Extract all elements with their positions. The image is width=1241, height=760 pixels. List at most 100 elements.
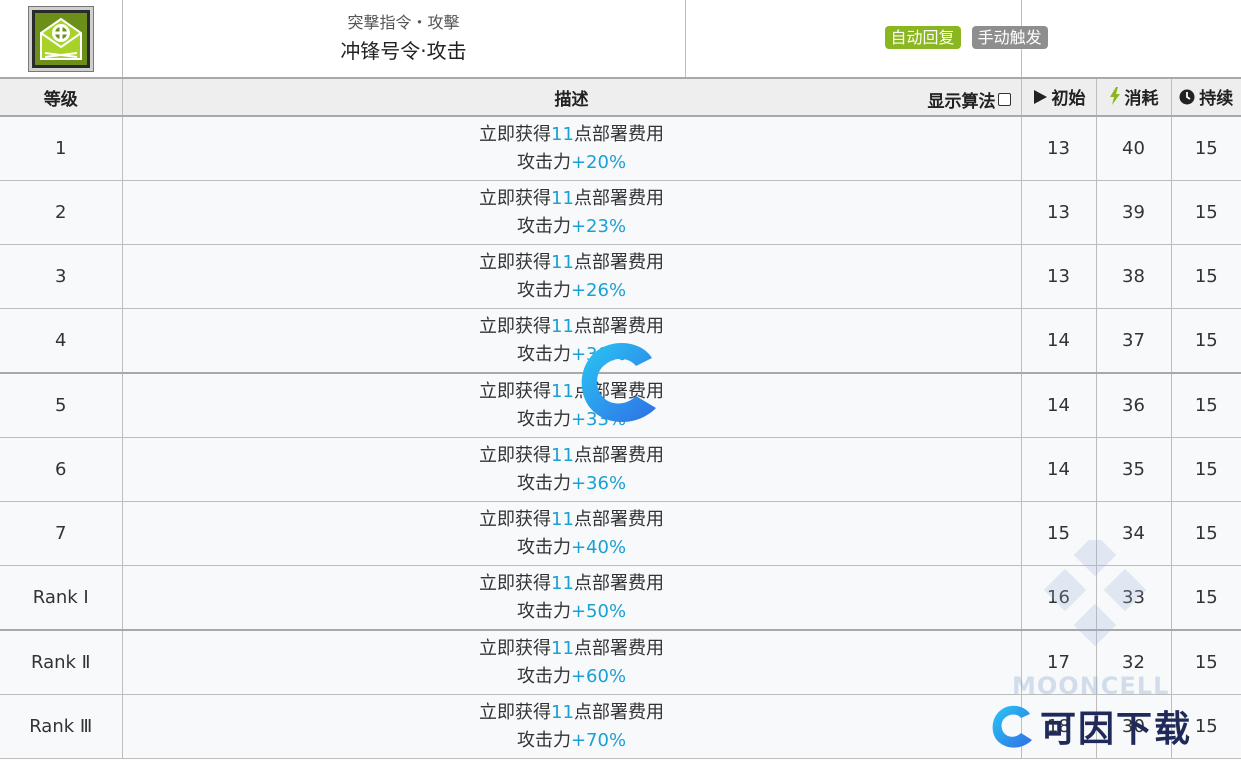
description-line-2: 攻击力+36%: [123, 470, 1021, 498]
show-algorithm-label: 显示算法: [927, 92, 996, 112]
desc-text: 点部署费用: [573, 572, 664, 594]
desc-text: 点部署费用: [573, 637, 664, 659]
desc-text: 立即获得: [479, 380, 552, 402]
description-cell: 立即获得11点部署费用 攻击力+30%: [122, 308, 1022, 374]
duration-cell: 15: [1171, 244, 1241, 309]
table-row: 1 立即获得11点部署费用 攻击力+20% 13 40 15: [0, 116, 1241, 181]
desc-text: 点部署费用: [573, 315, 664, 337]
desc-value: +70%: [570, 729, 627, 751]
desc-text: 攻击力: [516, 600, 571, 622]
desc-text: 点部署费用: [573, 187, 664, 209]
description-line-1: 立即获得11点部署费用: [123, 313, 1021, 341]
desc-text: 立即获得: [479, 187, 552, 209]
description-cell: 立即获得11点部署费用 攻击力+26%: [122, 244, 1022, 309]
duration-cell: 15: [1171, 116, 1241, 181]
desc-text: 立即获得: [479, 572, 552, 594]
description-line-2: 攻击力+30%: [123, 341, 1021, 369]
cost-cell: 39: [1096, 180, 1172, 245]
desc-value: 11: [551, 187, 574, 209]
header-cost: 消耗: [1096, 78, 1172, 117]
desc-text: 攻击力: [516, 408, 571, 430]
description-line-2: 攻击力+40%: [123, 534, 1021, 562]
skill-name: 冲锋号令·攻击: [340, 38, 467, 63]
initial-cell: 13: [1021, 116, 1097, 181]
desc-value: 11: [551, 701, 574, 723]
skill-icon-cell: [0, 0, 123, 79]
cost-cell: 35: [1096, 437, 1172, 502]
header-cost-label: 消耗: [1124, 88, 1159, 109]
header-level: 等级: [0, 78, 123, 117]
header-duration: 持续: [1171, 78, 1241, 117]
level-cell: 6: [0, 437, 123, 502]
skill-header-row: 突撃指令・攻擊 冲锋号令·攻击 自动回复 手动触发: [0, 0, 1241, 79]
desc-text: 立即获得: [479, 123, 552, 145]
clock-icon: [1179, 89, 1195, 105]
description-cell: 立即获得11点部署费用 攻击力+50%: [122, 565, 1022, 631]
desc-value: 11: [551, 637, 574, 659]
initial-cell: 13: [1021, 180, 1097, 245]
desc-value: 11: [551, 123, 574, 145]
table-row: 3 立即获得11点部署费用 攻击力+26% 13 38 15: [0, 244, 1241, 309]
desc-text: 攻击力: [516, 665, 571, 687]
description-line-2: 攻击力+70%: [123, 727, 1021, 755]
badge-manual-trigger: 手动触发: [971, 26, 1048, 49]
desc-text: 点部署费用: [573, 251, 664, 273]
desc-value: +40%: [570, 536, 627, 558]
table-row: Rank Ⅰ 立即获得11点部署费用 攻击力+50% 16 33 15: [0, 565, 1241, 631]
desc-text: 攻击力: [516, 729, 571, 751]
level-cell: 2: [0, 180, 123, 245]
desc-text: 攻击力: [516, 472, 571, 494]
column-header-row: 等级 描述 显示算法 初始 消耗 持续: [0, 78, 1241, 117]
checkbox-icon[interactable]: [997, 93, 1011, 106]
desc-text: 攻击力: [516, 343, 571, 365]
desc-text: 立即获得: [479, 508, 552, 530]
duration-cell: 15: [1171, 630, 1241, 695]
header-description-label: 描述: [554, 89, 589, 110]
desc-text: 点部署费用: [573, 123, 664, 145]
desc-value: +26%: [570, 279, 627, 301]
table-row: 7 立即获得11点部署费用 攻击力+40% 15 34 15: [0, 501, 1241, 566]
description-cell: 立即获得11点部署费用攻击力+20%: [122, 116, 1022, 181]
cost-cell: 36: [1096, 373, 1172, 438]
desc-value: +23%: [570, 215, 627, 237]
duration-cell: 15: [1171, 437, 1241, 502]
cost-cell: 37: [1096, 308, 1172, 374]
level-cell: Rank Ⅱ: [0, 630, 123, 695]
level-cell: Rank Ⅲ: [0, 694, 123, 759]
table-row: 4 立即获得11点部署费用 攻击力+30% 14 37 15: [0, 308, 1241, 374]
description-line-1: 立即获得11点部署费用: [123, 699, 1021, 727]
initial-cell: 14: [1021, 373, 1097, 438]
description-cell: 立即获得11点部署费用 攻击力+40%: [122, 501, 1022, 566]
description-line-1: 立即获得11点部署费用: [123, 506, 1021, 534]
description-cell: 立即获得11点部署费用 攻击力+60%: [122, 630, 1022, 695]
description-line-1: 立即获得11点部署费用: [123, 570, 1021, 598]
cost-cell: 33: [1096, 565, 1172, 631]
desc-text: 攻击力: [516, 536, 571, 558]
description-line-1: 立即获得11点部署费用: [123, 249, 1021, 277]
description-line-1: 立即获得11点部署费用: [123, 635, 1021, 663]
desc-value: 11: [551, 508, 574, 530]
header-initial-label: 初始: [1051, 89, 1086, 110]
level-cell: Rank Ⅰ: [0, 565, 123, 631]
description-cell: 立即获得11点部署费用攻击力+23%: [122, 180, 1022, 245]
level-cell: 4: [0, 308, 123, 374]
header-initial: 初始: [1021, 78, 1097, 117]
table-row: 6 立即获得11点部署费用 攻击力+36% 14 35 15: [0, 437, 1241, 502]
header-description: 描述 显示算法: [122, 78, 1022, 117]
description-line-1: 立即获得11点部署费用: [123, 378, 1021, 406]
description-line-2: 攻击力+23%: [123, 213, 1021, 241]
table-row: 2 立即获得11点部署费用 攻击力+23% 13 39 15: [0, 180, 1241, 245]
desc-text: 点部署费用: [573, 508, 664, 530]
description-line-2: 攻击力+26%: [123, 277, 1021, 305]
desc-value: +30%: [570, 343, 627, 365]
description-line-2: 攻击力+20%: [123, 149, 1021, 177]
cost-cell: 34: [1096, 501, 1172, 566]
duration-cell: 15: [1171, 308, 1241, 374]
badge-auto-recovery: 自动回复: [884, 26, 961, 49]
show-algorithm-toggle[interactable]: 显示算法: [928, 87, 1011, 112]
initial-cell: 13: [1021, 244, 1097, 309]
desc-text: 点部署费用: [573, 380, 664, 402]
level-cell: 3: [0, 244, 123, 309]
cost-cell: 38: [1096, 244, 1172, 309]
skill-badges-cell: 自动回复 手动触发: [884, 0, 1241, 79]
